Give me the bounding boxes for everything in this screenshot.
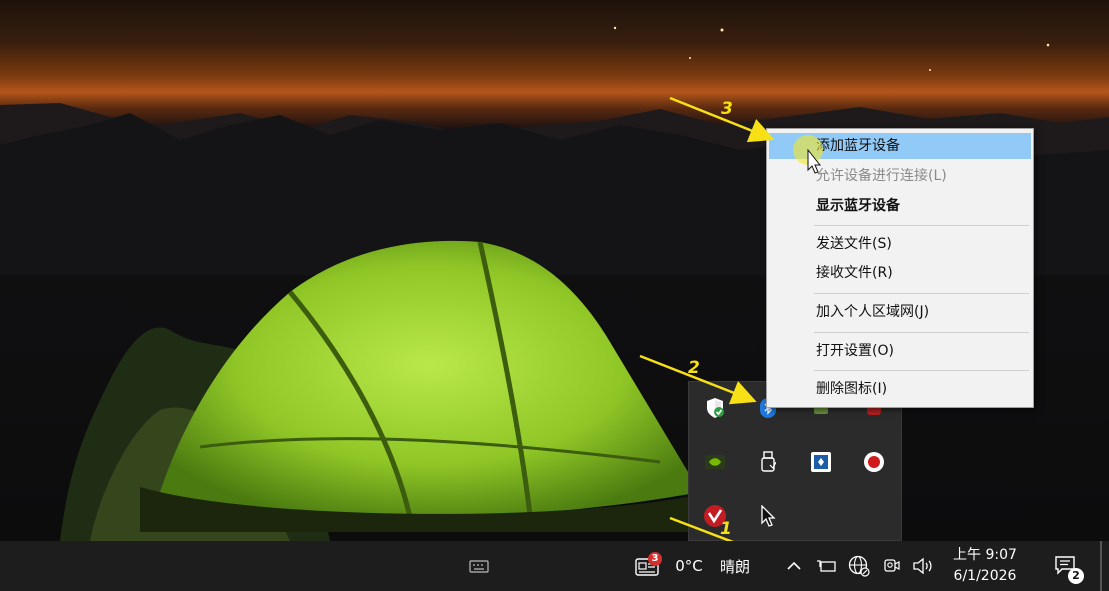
network-globe-icon[interactable] (844, 541, 874, 591)
nvidia-icon[interactable] (695, 442, 735, 482)
menu-item-open-settings[interactable]: 打开设置(O) (769, 338, 1031, 364)
weather-temperature[interactable]: 0°C (670, 541, 708, 591)
clock-date: 6/1/2026 (953, 568, 1017, 584)
power-battery-icon[interactable] (812, 541, 840, 591)
menu-item-join-pan[interactable]: 加入个人区域网(J) (769, 299, 1031, 325)
step-number-1: 1 (720, 519, 732, 539)
touch-keyboard-icon[interactable] (466, 541, 492, 591)
bluetooth-context-menu: 添加蓝牙设备 允许设备进行连接(L) 显示蓝牙设备 发送文件(S) 接收文件(R… (766, 128, 1034, 408)
step-number-2: 2 (688, 358, 700, 378)
menu-item-allow-connections[interactable]: 允许设备进行连接(L) (769, 163, 1031, 189)
notification-center-icon[interactable]: 2 (1046, 541, 1086, 591)
news-widget-icon[interactable]: 3 (630, 541, 664, 591)
menu-separator (814, 370, 1029, 371)
menu-item-remove-icon[interactable]: 删除图标(I) (769, 376, 1031, 402)
meet-now-icon[interactable] (878, 541, 906, 591)
chevron-up-icon[interactable] (783, 541, 805, 591)
menu-item-add-bluetooth-device[interactable]: 添加蓝牙设备 (769, 133, 1031, 159)
menu-separator (814, 332, 1029, 333)
menu-separator (814, 293, 1029, 294)
menu-item-show-bluetooth-devices[interactable]: 显示蓝牙设备 (769, 193, 1031, 219)
menu-separator (814, 225, 1029, 226)
windows-security-icon[interactable] (695, 388, 735, 428)
taskbar: 3 0°C 晴朗 上午 9:07 6/1/2026 2 (0, 541, 1109, 591)
clock-time: 上午 9:07 (953, 547, 1017, 563)
step-number-3: 3 (721, 99, 733, 119)
taskbar-clock[interactable]: 上午 9:07 6/1/2026 (940, 545, 1030, 589)
wallpaper-tent (140, 240, 710, 532)
blue-app-icon[interactable] (801, 442, 841, 482)
show-desktop-button[interactable] (1100, 541, 1102, 591)
cursor-icon (748, 496, 788, 536)
menu-item-receive-file[interactable]: 接收文件(R) (769, 260, 1031, 286)
news-badge: 3 (648, 552, 662, 566)
volume-icon[interactable] (909, 541, 937, 591)
record-icon[interactable] (854, 442, 894, 482)
weather-condition[interactable]: 晴朗 (714, 541, 756, 591)
notification-badge: 2 (1068, 568, 1084, 584)
usb-drive-icon[interactable] (748, 442, 788, 482)
menu-item-send-file[interactable]: 发送文件(S) (769, 231, 1031, 257)
